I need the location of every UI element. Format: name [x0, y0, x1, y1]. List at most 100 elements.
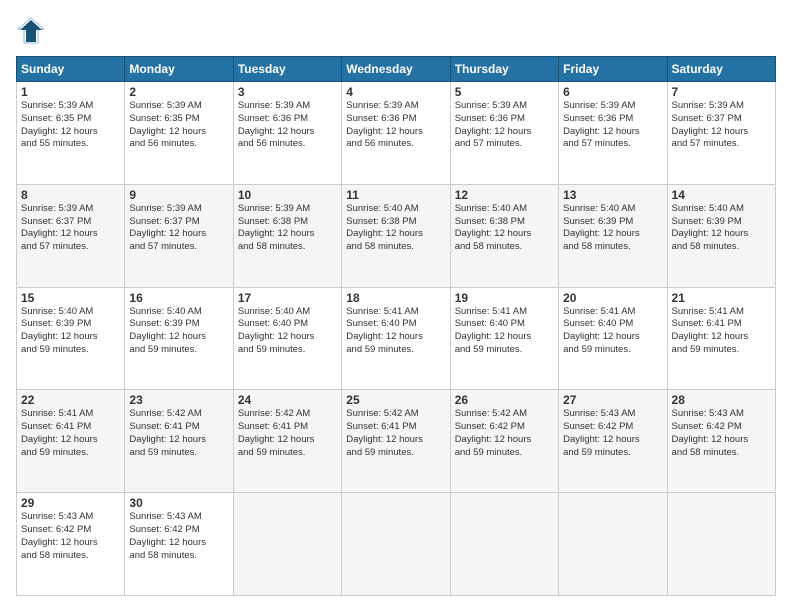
day-info: Sunrise: 5:42 AM Sunset: 6:42 PM Dayligh…: [455, 408, 554, 459]
day-info: Sunrise: 5:40 AM Sunset: 6:39 PM Dayligh…: [129, 306, 228, 357]
logo: [16, 16, 50, 46]
col-header-wednesday: Wednesday: [342, 57, 450, 82]
day-info: Sunrise: 5:39 AM Sunset: 6:36 PM Dayligh…: [346, 100, 445, 151]
day-number: 22: [21, 393, 120, 407]
day-info: Sunrise: 5:43 AM Sunset: 6:42 PM Dayligh…: [672, 408, 771, 459]
day-info: Sunrise: 5:39 AM Sunset: 6:35 PM Dayligh…: [21, 100, 120, 151]
day-info: Sunrise: 5:40 AM Sunset: 6:38 PM Dayligh…: [455, 203, 554, 254]
col-header-tuesday: Tuesday: [233, 57, 341, 82]
day-cell: 20Sunrise: 5:41 AM Sunset: 6:40 PM Dayli…: [559, 287, 667, 390]
col-header-friday: Friday: [559, 57, 667, 82]
day-cell: 25Sunrise: 5:42 AM Sunset: 6:41 PM Dayli…: [342, 390, 450, 493]
day-info: Sunrise: 5:40 AM Sunset: 6:39 PM Dayligh…: [21, 306, 120, 357]
day-cell: 19Sunrise: 5:41 AM Sunset: 6:40 PM Dayli…: [450, 287, 558, 390]
week-row-1: 1Sunrise: 5:39 AM Sunset: 6:35 PM Daylig…: [17, 82, 776, 185]
day-info: Sunrise: 5:39 AM Sunset: 6:35 PM Dayligh…: [129, 100, 228, 151]
day-info: Sunrise: 5:39 AM Sunset: 6:36 PM Dayligh…: [238, 100, 337, 151]
day-info: Sunrise: 5:39 AM Sunset: 6:37 PM Dayligh…: [129, 203, 228, 254]
day-cell: [233, 493, 341, 596]
day-cell: 1Sunrise: 5:39 AM Sunset: 6:35 PM Daylig…: [17, 82, 125, 185]
page: SundayMondayTuesdayWednesdayThursdayFrid…: [0, 0, 792, 612]
logo-icon: [16, 16, 46, 46]
day-number: 18: [346, 291, 445, 305]
day-number: 2: [129, 85, 228, 99]
day-info: Sunrise: 5:43 AM Sunset: 6:42 PM Dayligh…: [129, 511, 228, 562]
day-cell: 6Sunrise: 5:39 AM Sunset: 6:36 PM Daylig…: [559, 82, 667, 185]
day-number: 24: [238, 393, 337, 407]
day-number: 12: [455, 188, 554, 202]
calendar-table: SundayMondayTuesdayWednesdayThursdayFrid…: [16, 56, 776, 596]
day-number: 1: [21, 85, 120, 99]
day-number: 30: [129, 496, 228, 510]
day-number: 17: [238, 291, 337, 305]
day-info: Sunrise: 5:39 AM Sunset: 6:36 PM Dayligh…: [563, 100, 662, 151]
col-header-thursday: Thursday: [450, 57, 558, 82]
col-header-monday: Monday: [125, 57, 233, 82]
day-cell: 24Sunrise: 5:42 AM Sunset: 6:41 PM Dayli…: [233, 390, 341, 493]
day-cell: 13Sunrise: 5:40 AM Sunset: 6:39 PM Dayli…: [559, 184, 667, 287]
day-number: 21: [672, 291, 771, 305]
day-number: 16: [129, 291, 228, 305]
day-info: Sunrise: 5:40 AM Sunset: 6:39 PM Dayligh…: [672, 203, 771, 254]
day-cell: [559, 493, 667, 596]
day-info: Sunrise: 5:41 AM Sunset: 6:41 PM Dayligh…: [21, 408, 120, 459]
day-number: 8: [21, 188, 120, 202]
day-number: 9: [129, 188, 228, 202]
day-cell: 15Sunrise: 5:40 AM Sunset: 6:39 PM Dayli…: [17, 287, 125, 390]
day-cell: 5Sunrise: 5:39 AM Sunset: 6:36 PM Daylig…: [450, 82, 558, 185]
day-number: 13: [563, 188, 662, 202]
week-row-2: 8Sunrise: 5:39 AM Sunset: 6:37 PM Daylig…: [17, 184, 776, 287]
day-number: 7: [672, 85, 771, 99]
day-number: 15: [21, 291, 120, 305]
day-info: Sunrise: 5:43 AM Sunset: 6:42 PM Dayligh…: [21, 511, 120, 562]
day-cell: 14Sunrise: 5:40 AM Sunset: 6:39 PM Dayli…: [667, 184, 775, 287]
day-info: Sunrise: 5:39 AM Sunset: 6:37 PM Dayligh…: [672, 100, 771, 151]
day-cell: 21Sunrise: 5:41 AM Sunset: 6:41 PM Dayli…: [667, 287, 775, 390]
day-cell: 3Sunrise: 5:39 AM Sunset: 6:36 PM Daylig…: [233, 82, 341, 185]
day-cell: 10Sunrise: 5:39 AM Sunset: 6:38 PM Dayli…: [233, 184, 341, 287]
day-cell: 8Sunrise: 5:39 AM Sunset: 6:37 PM Daylig…: [17, 184, 125, 287]
col-header-saturday: Saturday: [667, 57, 775, 82]
week-row-5: 29Sunrise: 5:43 AM Sunset: 6:42 PM Dayli…: [17, 493, 776, 596]
day-info: Sunrise: 5:39 AM Sunset: 6:38 PM Dayligh…: [238, 203, 337, 254]
day-cell: 4Sunrise: 5:39 AM Sunset: 6:36 PM Daylig…: [342, 82, 450, 185]
day-info: Sunrise: 5:40 AM Sunset: 6:39 PM Dayligh…: [563, 203, 662, 254]
day-number: 19: [455, 291, 554, 305]
day-number: 4: [346, 85, 445, 99]
day-number: 29: [21, 496, 120, 510]
day-info: Sunrise: 5:40 AM Sunset: 6:38 PM Dayligh…: [346, 203, 445, 254]
day-number: 10: [238, 188, 337, 202]
day-cell: 2Sunrise: 5:39 AM Sunset: 6:35 PM Daylig…: [125, 82, 233, 185]
day-number: 14: [672, 188, 771, 202]
day-number: 20: [563, 291, 662, 305]
day-cell: [667, 493, 775, 596]
day-info: Sunrise: 5:41 AM Sunset: 6:41 PM Dayligh…: [672, 306, 771, 357]
col-header-sunday: Sunday: [17, 57, 125, 82]
day-info: Sunrise: 5:43 AM Sunset: 6:42 PM Dayligh…: [563, 408, 662, 459]
day-number: 27: [563, 393, 662, 407]
day-info: Sunrise: 5:39 AM Sunset: 6:36 PM Dayligh…: [455, 100, 554, 151]
day-number: 11: [346, 188, 445, 202]
day-info: Sunrise: 5:41 AM Sunset: 6:40 PM Dayligh…: [563, 306, 662, 357]
day-number: 23: [129, 393, 228, 407]
day-cell: 9Sunrise: 5:39 AM Sunset: 6:37 PM Daylig…: [125, 184, 233, 287]
week-row-4: 22Sunrise: 5:41 AM Sunset: 6:41 PM Dayli…: [17, 390, 776, 493]
day-cell: 30Sunrise: 5:43 AM Sunset: 6:42 PM Dayli…: [125, 493, 233, 596]
day-info: Sunrise: 5:39 AM Sunset: 6:37 PM Dayligh…: [21, 203, 120, 254]
day-number: 28: [672, 393, 771, 407]
day-cell: 18Sunrise: 5:41 AM Sunset: 6:40 PM Dayli…: [342, 287, 450, 390]
day-cell: 23Sunrise: 5:42 AM Sunset: 6:41 PM Dayli…: [125, 390, 233, 493]
day-cell: 22Sunrise: 5:41 AM Sunset: 6:41 PM Dayli…: [17, 390, 125, 493]
day-info: Sunrise: 5:41 AM Sunset: 6:40 PM Dayligh…: [455, 306, 554, 357]
day-cell: [450, 493, 558, 596]
day-cell: 16Sunrise: 5:40 AM Sunset: 6:39 PM Dayli…: [125, 287, 233, 390]
day-info: Sunrise: 5:40 AM Sunset: 6:40 PM Dayligh…: [238, 306, 337, 357]
week-row-3: 15Sunrise: 5:40 AM Sunset: 6:39 PM Dayli…: [17, 287, 776, 390]
day-cell: 28Sunrise: 5:43 AM Sunset: 6:42 PM Dayli…: [667, 390, 775, 493]
day-number: 5: [455, 85, 554, 99]
day-cell: 12Sunrise: 5:40 AM Sunset: 6:38 PM Dayli…: [450, 184, 558, 287]
day-cell: 27Sunrise: 5:43 AM Sunset: 6:42 PM Dayli…: [559, 390, 667, 493]
day-info: Sunrise: 5:42 AM Sunset: 6:41 PM Dayligh…: [346, 408, 445, 459]
day-number: 25: [346, 393, 445, 407]
day-info: Sunrise: 5:42 AM Sunset: 6:41 PM Dayligh…: [238, 408, 337, 459]
